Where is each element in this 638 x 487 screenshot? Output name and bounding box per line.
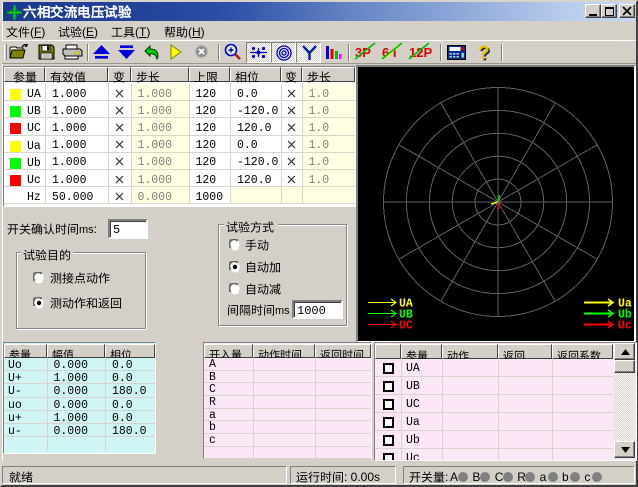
svg-text:Uc: Uc — [618, 320, 632, 333]
svg-text:UC: UC — [399, 320, 413, 333]
